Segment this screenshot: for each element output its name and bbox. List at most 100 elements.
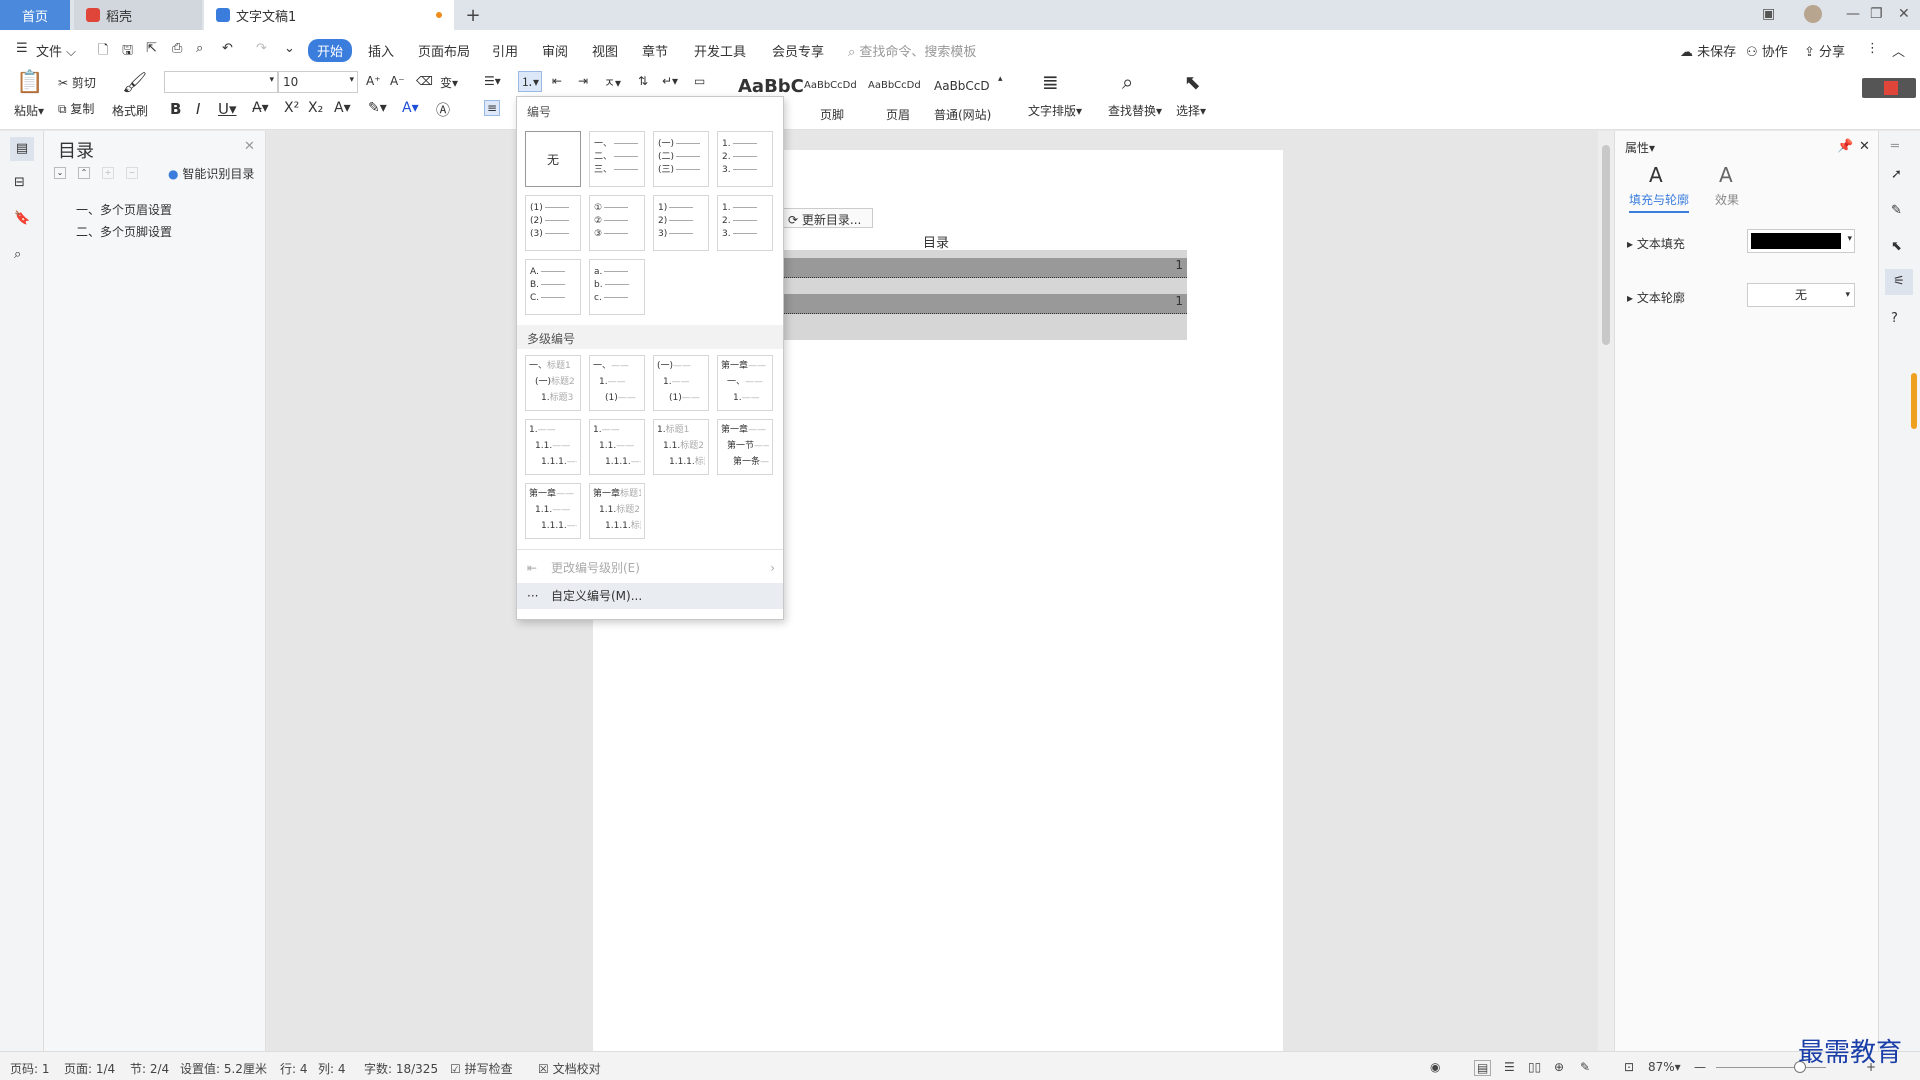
quick-access-dropdown-icon[interactable]: ⌄: [284, 41, 295, 56]
numbering-option[interactable]: a. b. c.: [589, 259, 645, 315]
avatar[interactable]: [1804, 5, 1822, 23]
change-level-item[interactable]: ⇤ 更改编号级别(E) ›: [517, 555, 783, 581]
style-footer[interactable]: AaBbCcDd: [804, 80, 857, 91]
menu-vip[interactable]: 会员专享: [772, 41, 824, 60]
text-outline-section[interactable]: ▸ 文本轮廓: [1627, 289, 1685, 306]
superscript-icon[interactable]: X²: [284, 100, 299, 116]
remove-level-icon[interactable]: −: [126, 167, 138, 179]
toc-row[interactable]: 置1: [743, 294, 1187, 314]
new-doc-icon[interactable]: 🗋: [98, 41, 108, 63]
clear-format-icon[interactable]: ⌫: [416, 74, 433, 88]
restore-icon[interactable]: ❐: [1870, 6, 1883, 22]
toc-field[interactable]: 置1 置1: [743, 250, 1187, 340]
font-color-icon[interactable]: A▾: [402, 100, 419, 116]
highlight-icon[interactable]: ✎▾: [368, 100, 387, 116]
spell-check-button[interactable]: ☑ 拼写检查: [450, 1060, 513, 1077]
chinese-layout-icon[interactable]: ㅈ▾: [604, 74, 621, 91]
select-pointer-icon[interactable]: ⬉: [1184, 70, 1201, 94]
help-icon[interactable]: ?: [1891, 311, 1898, 326]
font-name-select[interactable]: ▾: [164, 71, 278, 93]
zoom-level[interactable]: 87%▾: [1648, 1060, 1681, 1074]
status-words[interactable]: 字数: 18/325: [364, 1060, 438, 1077]
custom-numbering-item[interactable]: ··· 自定义编号(M)...: [517, 583, 783, 609]
hamburger-icon[interactable]: ☰: [16, 41, 28, 56]
zoom-out-icon[interactable]: —: [1694, 1060, 1706, 1074]
export-icon[interactable]: ⇱: [146, 41, 157, 56]
format-painter-icon[interactable]: 🖌: [122, 70, 147, 94]
toc-row[interactable]: 置1: [743, 258, 1187, 278]
more-icon[interactable]: ⋮: [1866, 41, 1879, 56]
style-heading1[interactable]: AaBbC: [738, 76, 804, 97]
chapter-nav-icon[interactable]: ⊟: [14, 175, 25, 190]
find-replace-button[interactable]: 查找替换▾: [1108, 102, 1162, 119]
sort-icon[interactable]: ⇅: [638, 74, 648, 88]
text-layout-icon[interactable]: ≣: [1042, 70, 1059, 94]
numbering-option[interactable]: (1) (2) (3): [525, 195, 581, 251]
menu-reference[interactable]: 引用: [492, 41, 518, 60]
status-section[interactable]: 节: 2/4: [130, 1060, 169, 1077]
strikethrough-icon[interactable]: A̶▾: [252, 100, 269, 116]
web-view-icon[interactable]: ⊕: [1554, 1060, 1564, 1074]
tab-document[interactable]: 文字文稿1: [204, 0, 454, 30]
multilevel-option[interactable]: 1.——1.1.——1.1.1.——: [589, 419, 645, 475]
menu-file[interactable]: 文件 ⌵: [36, 41, 76, 60]
multilevel-option[interactable]: 一、标题1 (一)标题2 1.标题3: [525, 355, 581, 411]
numbering-none[interactable]: 无: [525, 131, 581, 187]
menu-page-layout[interactable]: 页面布局: [418, 41, 470, 60]
bold-icon[interactable]: B: [170, 100, 181, 118]
scroll-thumb[interactable]: [1602, 145, 1610, 345]
select-button[interactable]: 选择▾: [1176, 102, 1206, 119]
close-icon[interactable]: ✕: [244, 139, 255, 154]
menu-insert[interactable]: 插入: [368, 41, 394, 60]
pen-icon[interactable]: ✎: [1891, 203, 1902, 218]
annotate-icon[interactable]: ✎: [1580, 1060, 1590, 1074]
find-icon[interactable]: ⌕: [1122, 70, 1133, 94]
vertical-scrollbar[interactable]: [1598, 131, 1614, 1051]
phonetic-icon[interactable]: 变▾: [440, 74, 458, 91]
text-fill-section[interactable]: ▸ 文本填充: [1627, 235, 1685, 252]
tab-home[interactable]: 首页: [0, 0, 70, 30]
collapse-icon[interactable]: ⌄: [54, 167, 66, 179]
align-left-icon[interactable]: ≡: [484, 100, 501, 116]
tab-daoke[interactable]: 稻壳: [74, 0, 202, 30]
status-setting[interactable]: 设置值: 5.2厘米: [180, 1060, 267, 1077]
status-page[interactable]: 页面: 1/4: [64, 1060, 115, 1077]
numbering-option[interactable]: A. B. C.: [525, 259, 581, 315]
doc-proof-button[interactable]: ☒ 文档校对: [538, 1060, 601, 1077]
close-icon[interactable]: ✕: [1859, 139, 1870, 154]
expand-icon[interactable]: ⌃: [78, 167, 90, 179]
text-outline-select[interactable]: 无 ▾: [1747, 283, 1855, 307]
numbering-icon[interactable]: ⒈▾: [518, 71, 543, 92]
pin-icon[interactable]: 📌: [1837, 139, 1853, 154]
char-border-icon[interactable]: Ⓐ: [436, 100, 450, 120]
undo-icon[interactable]: ↶: [222, 41, 233, 56]
add-level-icon[interactable]: +: [102, 167, 114, 179]
multilevel-option[interactable]: 第一章—— 一、—— 1.——: [717, 355, 773, 411]
properties-toggle-icon[interactable]: ⚟: [1885, 269, 1913, 295]
side-scroll-indicator[interactable]: [1911, 373, 1917, 429]
numbering-option[interactable]: ①②③: [589, 195, 645, 251]
paste-button[interactable]: 粘贴▾: [14, 102, 44, 119]
window-layout-icon[interactable]: ▣: [1762, 6, 1775, 22]
bookmark-icon[interactable]: 🔖: [14, 211, 30, 226]
underline-icon[interactable]: U▾: [218, 100, 237, 118]
menu-view[interactable]: 视图: [592, 41, 618, 60]
bullet-list-icon[interactable]: ☰▾: [484, 74, 501, 88]
status-page-code[interactable]: 页码: 1: [10, 1060, 50, 1077]
cursor-icon[interactable]: ⬉: [1891, 239, 1902, 254]
subscript-icon[interactable]: X₂: [308, 100, 323, 116]
numbering-option[interactable]: 1. 2. 3.: [717, 195, 773, 251]
multilevel-option[interactable]: 1.标题11.1.标题21.1.1.标题3: [653, 419, 709, 475]
smart-toc-button[interactable]: ● 智能识别目录: [168, 165, 254, 182]
numbering-option[interactable]: 1) 2) 3): [653, 195, 709, 251]
eye-protect-icon[interactable]: ◉: [1430, 1060, 1440, 1074]
nav-item[interactable]: 一、多个页眉设置: [76, 201, 172, 218]
update-toc-button[interactable]: ⟳ 更新目录...: [783, 208, 873, 228]
share-button[interactable]: ⇪ 分享: [1804, 41, 1845, 60]
multilevel-option[interactable]: 1.——1.1.——1.1.1.——: [525, 419, 581, 475]
tab-effect[interactable]: 效果: [1715, 191, 1739, 208]
print-icon[interactable]: ⎙: [172, 41, 182, 56]
save-icon[interactable]: 🖫: [122, 41, 133, 63]
multilevel-option[interactable]: 第一章——第一节——第一条——: [717, 419, 773, 475]
numbering-option[interactable]: 一、 二、 三、: [589, 131, 645, 187]
